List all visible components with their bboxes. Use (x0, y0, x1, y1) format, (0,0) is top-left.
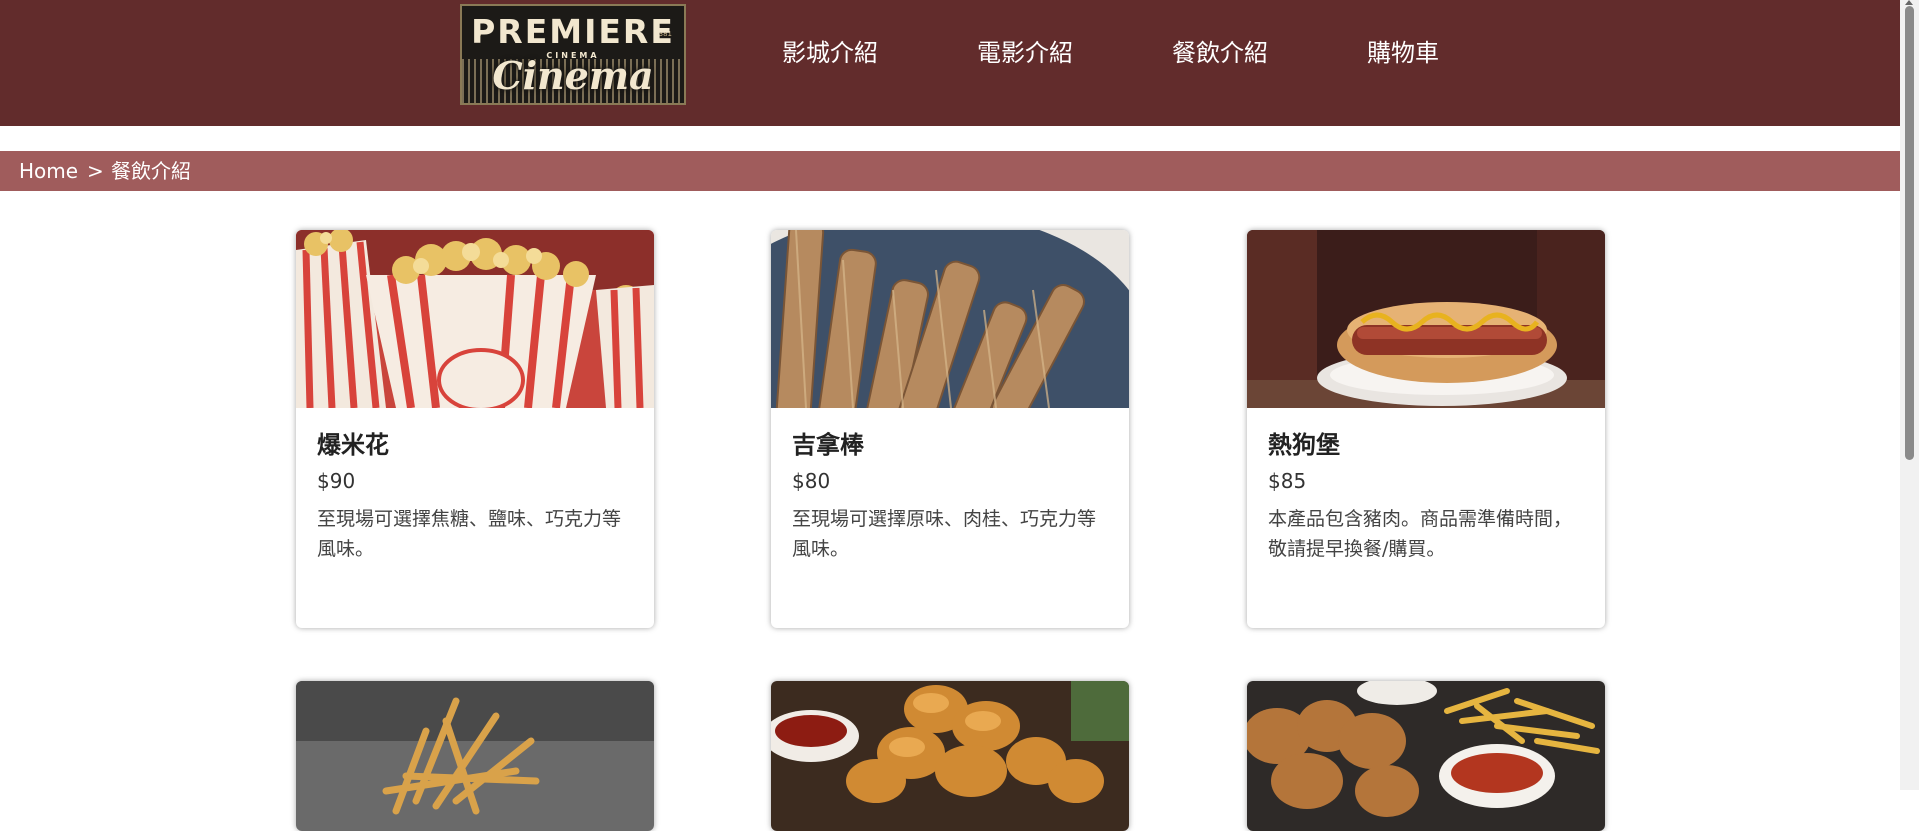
logo-script: Cinema (492, 53, 654, 98)
product-name: 爆米花 (317, 431, 389, 459)
chicken-combo-image (1247, 681, 1605, 831)
product-description: 至現場可選擇原味、肉桂、巧克力等風味。 (792, 508, 1097, 560)
product-card-hotdog[interactable]: 熱狗堡 $85 本產品包含豬肉。商品需準備時間，敬請提早換餐/購買。 (1247, 230, 1605, 628)
fries-image (296, 681, 654, 831)
premiere-cinema-logo[interactable]: 37 381 PREMIERE CINEMA Cinema (460, 4, 686, 105)
logo-title: PREMIERE (471, 12, 675, 51)
popcorn-image (296, 230, 654, 408)
scrollbar-thumb[interactable] (1905, 6, 1914, 460)
nav-food-intro[interactable]: 餐飲介紹 (1172, 38, 1268, 68)
product-card-popcorn[interactable]: 爆米花 $90 至現場可選擇焦糖、鹽味、巧克力等風味。 (296, 230, 654, 628)
churros-image (771, 230, 1129, 408)
nav-movie-intro[interactable]: 電影介紹 (977, 38, 1073, 68)
product-card-chicken-combo[interactable] (1247, 681, 1605, 831)
product-card-fries[interactable] (296, 681, 654, 831)
product-card-nuggets[interactable] (771, 681, 1129, 831)
product-description: 本產品包含豬肉。商品需準備時間，敬請提早換餐/購買。 (1268, 508, 1573, 560)
breadcrumb-home[interactable]: Home (19, 151, 78, 191)
breadcrumb-current: 餐飲介紹 (111, 159, 191, 183)
scroll-up-arrow-icon[interactable] (1905, 0, 1913, 5)
nav-cart[interactable]: 購物車 (1367, 38, 1439, 68)
product-name: 吉拿棒 (792, 431, 864, 459)
breadcrumb: Home > 餐飲介紹 (0, 151, 1900, 191)
page-scrollbar[interactable] (1900, 0, 1919, 790)
product-name: 熱狗堡 (1268, 431, 1340, 459)
hotdog-image (1247, 230, 1605, 408)
site-header: 37 381 PREMIERE CINEMA Cinema 影城介紹 電影介紹 … (0, 0, 1900, 126)
product-card-churros[interactable]: 吉拿棒 $80 至現場可選擇原味、肉桂、巧克力等風味。 (771, 230, 1129, 628)
product-price: $90 (317, 469, 356, 493)
product-price: $85 (1268, 469, 1307, 493)
product-description: 至現場可選擇焦糖、鹽味、巧克力等風味。 (317, 508, 622, 560)
nuggets-image (771, 681, 1129, 831)
nav-cinema-intro[interactable]: 影城介紹 (782, 38, 878, 68)
breadcrumb-separator: > (87, 159, 104, 183)
product-price: $80 (792, 469, 831, 493)
